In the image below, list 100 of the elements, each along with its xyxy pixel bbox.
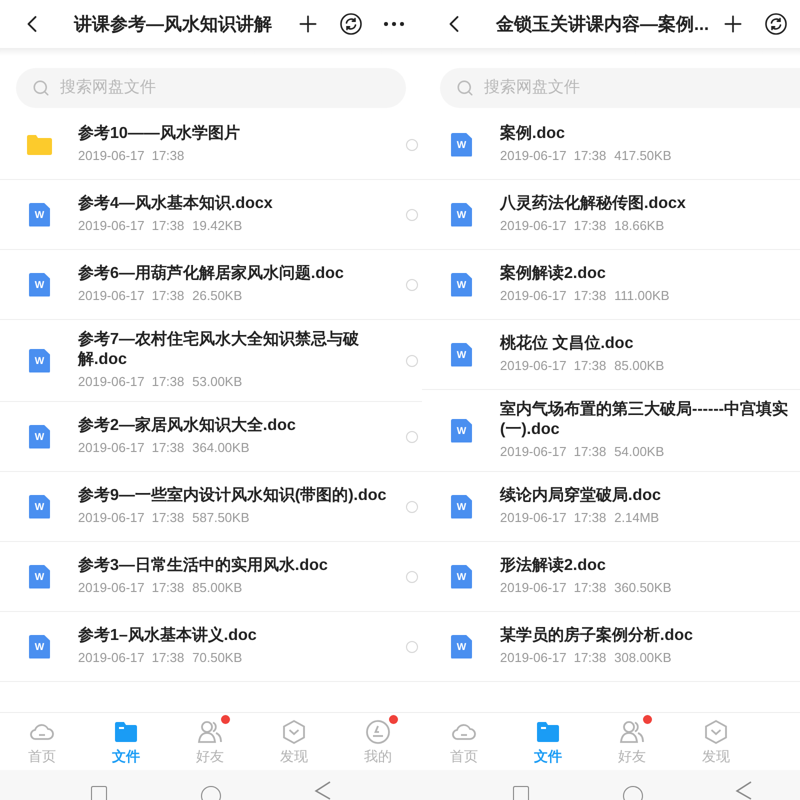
file-name: 室内气场布置的第三大破局------中宫填实(一).doc: [500, 400, 789, 440]
file-size: 54.00KB: [614, 443, 664, 461]
file-size: 70.50KB: [192, 649, 242, 667]
file-size: 364.00KB: [192, 439, 250, 457]
file-date: 2019-06-17 17:38: [500, 357, 606, 375]
file-date: 2019-06-17 17:38: [78, 147, 184, 165]
file-date: 2019-06-17 17:38: [500, 217, 606, 235]
word-file-icon: W: [451, 342, 472, 366]
file-name: 续论内局穿堂破局.doc: [500, 486, 662, 506]
word-file-icon: W: [451, 564, 472, 588]
window-title: 金锁玉关讲课内容—案例...: [496, 12, 710, 36]
word-file-icon: W: [29, 634, 50, 658]
file-date: 2019-06-17 17:38: [500, 287, 606, 305]
file-name: 参考7—农村住宅风水大全知识禁忌与破解.doc: [78, 330, 360, 370]
smiley-icon: [365, 718, 391, 744]
file-row[interactable]: W 参考4—风水基本知识.docx 2019-06-17 17:38 19.42KB: [0, 180, 422, 250]
search-field[interactable]: 搜索网盘文件: [440, 68, 800, 108]
file-row[interactable]: W 案例.doc 2019-06-17 17:38 417.50KB: [422, 110, 800, 180]
file-row[interactable]: W 八灵药法化解秘传图.docx 2019-06-17 17:38 18.66KB: [422, 180, 800, 250]
select-checkbox[interactable]: [406, 208, 418, 220]
word-file-icon: W: [29, 564, 50, 588]
sync-button[interactable]: [763, 11, 790, 37]
search-field[interactable]: 搜索网盘文件: [16, 68, 406, 108]
sync-icon: [765, 13, 788, 35]
file-name: 某学员的房子案例分析.doc: [500, 626, 694, 646]
word-file-icon: W: [451, 132, 472, 156]
file-name: 参考4—风水基本知识.docx: [78, 194, 274, 214]
file-date: 2019-06-17 17:38: [78, 373, 184, 391]
file-row[interactable]: W 参考7—农村住宅风水大全知识禁忌与破解.doc 2019-06-17 17:38 53.00KB: [0, 320, 422, 402]
sync-icon: [340, 13, 362, 35]
file-row[interactable]: W 某学员的房子案例分析.doc 2019-06-17 17:38 308.00KB: [422, 612, 800, 682]
word-file-icon: W: [29, 272, 50, 296]
word-file-icon: W: [29, 202, 50, 226]
file-row[interactable]: W 形法解读2.doc 2019-06-17 17:38 360.50KB: [422, 542, 800, 612]
select-checkbox[interactable]: [406, 640, 418, 652]
file-size: 19.42KB: [192, 217, 242, 235]
file-row[interactable]: W 室内气场布置的第三大破局------中宫填实(一).doc 2019-06-17 17:38 54.00KB: [422, 390, 800, 472]
folder-icon: [27, 134, 52, 154]
file-size: 85.00KB: [614, 357, 664, 375]
file-date: 2019-06-17 17:38: [78, 217, 184, 235]
select-checkbox[interactable]: [406, 430, 418, 442]
word-file-icon: W: [29, 348, 50, 372]
file-name: 参考3—日常生活中的实用风水.doc: [78, 556, 329, 576]
file-size: 26.50KB: [192, 287, 242, 305]
file-size: 53.00KB: [192, 373, 242, 391]
select-checkbox[interactable]: [406, 138, 418, 150]
file-name: 参考6—用葫芦化解居家风水问题.doc: [78, 264, 345, 284]
file-row[interactable]: W 案例解读2.doc 2019-06-17 17:38 111.00KB: [422, 250, 800, 320]
word-file-icon: W: [451, 634, 472, 658]
word-file-icon: W: [451, 272, 472, 296]
word-file-icon: W: [451, 202, 472, 226]
file-date: 2019-06-17 17:38: [78, 649, 184, 667]
word-file-icon: W: [29, 424, 50, 448]
file-name: 案例.doc: [500, 124, 566, 144]
file-name: 参考2—家居风水知识大全.doc: [78, 416, 297, 436]
sync-button[interactable]: [338, 11, 364, 37]
select-checkbox[interactable]: [406, 278, 418, 290]
file-row[interactable]: W 参考9—一些室内设计风水知识(带图的).doc 2019-06-17 17:38 587.50KB: [0, 472, 422, 542]
file-date: 2019-06-17 17:38: [78, 439, 184, 457]
search-icon: [32, 79, 50, 97]
file-date: 2019-06-17 17:38: [78, 509, 184, 527]
file-name: 桃花位 文昌位.doc: [500, 334, 634, 354]
file-name: 参考1–风水基本讲义.doc: [78, 626, 258, 646]
hexagon-icon: [703, 718, 729, 744]
word-file-icon: W: [29, 494, 50, 518]
more-icon: [384, 22, 404, 26]
file-name: 参考9—一些室内设计风水知识(带图的).doc: [78, 486, 388, 506]
file-row[interactable]: W 桃花位 文昌位.doc 2019-06-17 17:38 85.00KB: [422, 320, 800, 390]
file-size: 308.00KB: [614, 649, 672, 667]
file-date: 2019-06-17 17:38: [78, 287, 184, 305]
file-date: 2019-06-17 17:38: [500, 509, 606, 527]
file-date: 2019-06-17 17:38: [500, 443, 606, 461]
people-icon: [619, 718, 645, 744]
people-icon: [197, 718, 223, 744]
select-checkbox[interactable]: [406, 570, 418, 582]
word-file-icon: W: [451, 494, 472, 518]
word-file-icon: W: [451, 418, 472, 442]
file-size: 417.50KB: [614, 147, 672, 165]
file-row[interactable]: 参考10——风水学图片 2019-06-17 17:38: [0, 110, 422, 180]
file-size: 111.00KB: [614, 287, 670, 305]
file-size: 85.00KB: [192, 579, 242, 597]
select-checkbox[interactable]: [406, 500, 418, 512]
select-checkbox[interactable]: [406, 354, 418, 366]
file-name: 形法解读2.doc: [500, 556, 607, 576]
file-row[interactable]: W 续论内局穿堂破局.doc 2019-06-17 17:38 2.14MB: [422, 472, 800, 542]
file-size: 360.50KB: [614, 579, 672, 597]
window-title: 讲课参考—风水知识讲解: [74, 12, 272, 36]
file-row[interactable]: W 参考3—日常生活中的实用风水.doc 2019-06-17 17:38 85.00KB: [0, 542, 422, 612]
square-icon[interactable]: [512, 786, 529, 800]
file-name: 八灵药法化解秘传图.docx: [500, 194, 687, 214]
hexagon-icon: [281, 718, 307, 744]
square-icon[interactable]: [91, 786, 107, 800]
file-date: 2019-06-17 17:38: [500, 579, 606, 597]
file-row[interactable]: W 参考2—家居风水知识大全.doc 2019-06-17 17:38 364.00KB: [0, 402, 422, 472]
file-name: 参考10——风水学图片: [78, 124, 241, 144]
file-size: 587.50KB: [192, 509, 250, 527]
file-row[interactable]: W 参考6—用葫芦化解居家风水问题.doc 2019-06-17 17:38 26.50KB: [0, 250, 422, 320]
file-name: 案例解读2.doc: [500, 264, 607, 284]
file-size: 18.66KB: [614, 217, 664, 235]
file-row[interactable]: W 参考1–风水基本讲义.doc 2019-06-17 17:38 70.50KB: [0, 612, 422, 682]
